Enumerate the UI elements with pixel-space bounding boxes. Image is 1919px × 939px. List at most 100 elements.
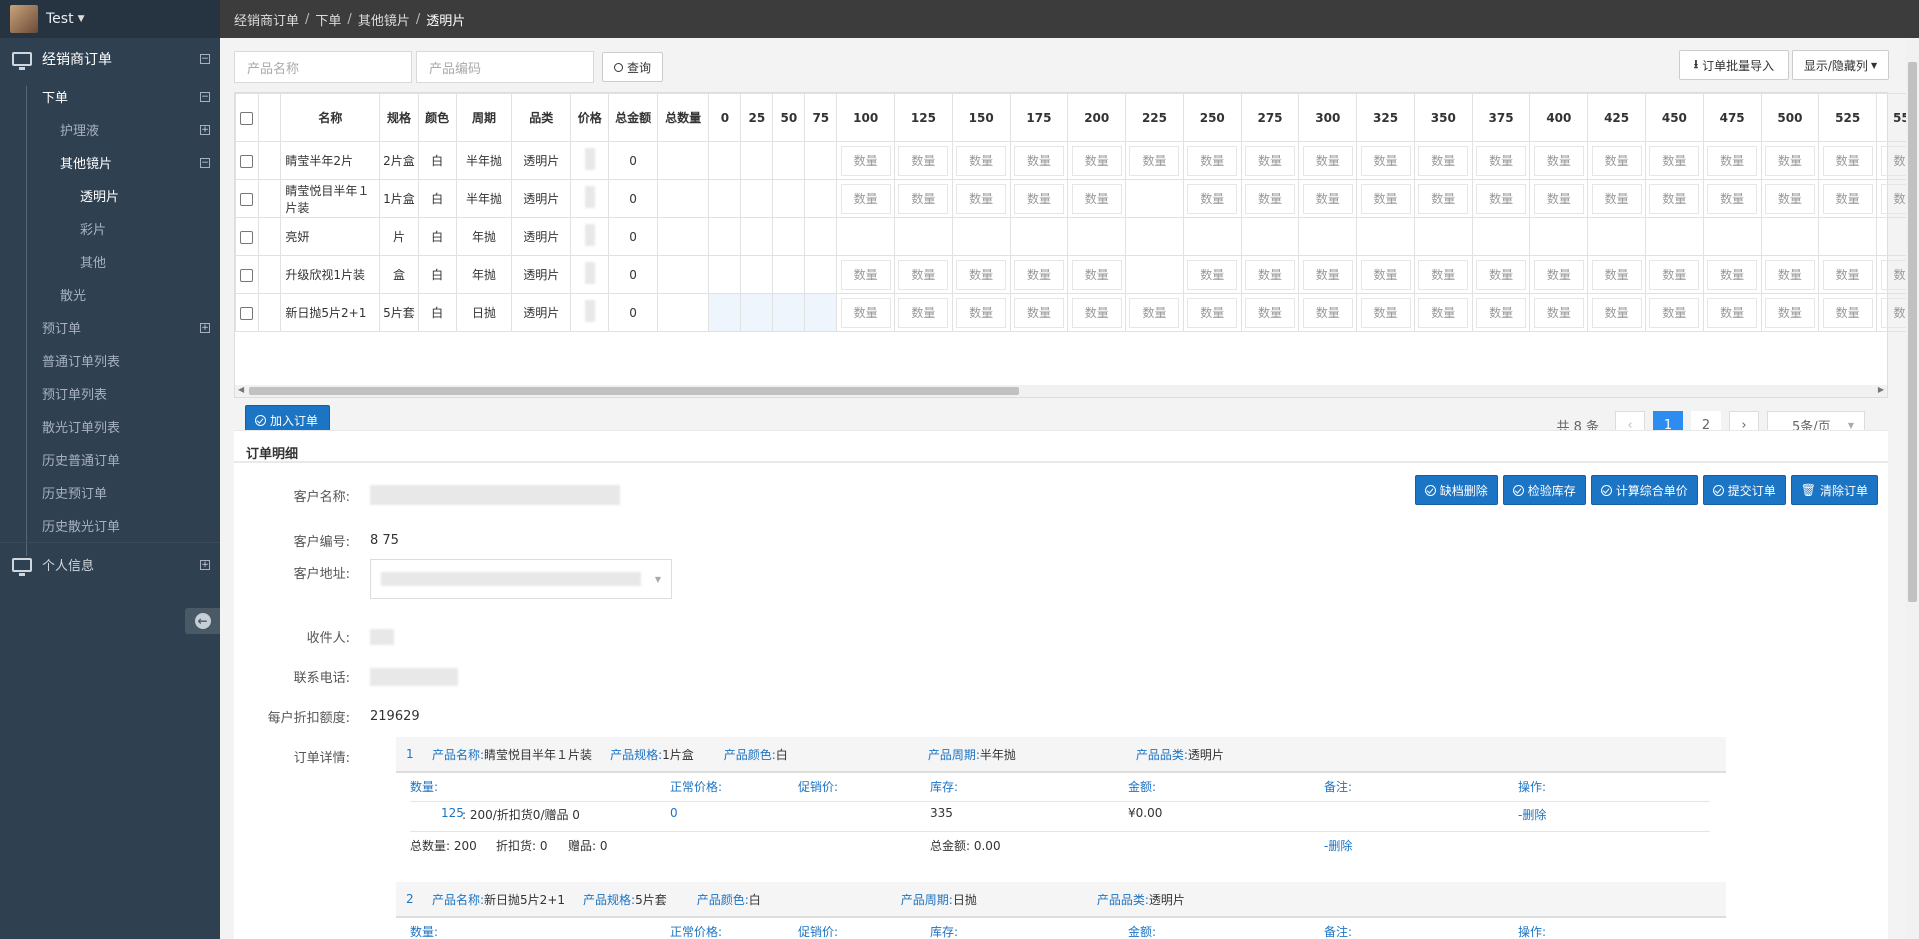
- column-header[interactable]: 375: [1471, 93, 1531, 142]
- row-checkbox[interactable]: [235, 217, 259, 256]
- quantity-input[interactable]: 数量: [1129, 145, 1180, 176]
- expand-icon[interactable]: +: [200, 322, 210, 333]
- quantity-input[interactable]: 数量: [1013, 145, 1064, 176]
- calc-unit-price-button[interactable]: 计算综合单价: [1590, 475, 1698, 505]
- column-header[interactable]: 475: [1702, 93, 1762, 142]
- quantity-input[interactable]: 数量: [1591, 145, 1642, 176]
- quantity-input[interactable]: 数量: [956, 259, 1007, 290]
- batch-import-button[interactable]: ⭳ 订单批量导入: [1679, 50, 1789, 80]
- column-header[interactable]: 325: [1356, 93, 1415, 142]
- quantity-input[interactable]: 数量: [1764, 145, 1815, 176]
- quantity-input[interactable]: 数量: [1013, 259, 1064, 290]
- column-header[interactable]: 品类: [511, 93, 572, 142]
- quantity-input[interactable]: 数量: [1245, 259, 1296, 290]
- quantity-input[interactable]: 数量: [1129, 297, 1180, 328]
- check-stock-button[interactable]: 检验库存: [1502, 475, 1586, 505]
- column-header[interactable]: 名称: [280, 93, 381, 142]
- menu-normal-order-list[interactable]: 普通订单列表: [0, 344, 220, 377]
- column-header[interactable]: 525: [1818, 93, 1878, 142]
- column-header[interactable]: 500: [1760, 93, 1820, 142]
- quantity-input[interactable]: 数量: [1418, 145, 1469, 176]
- quantity-input[interactable]: 数量: [898, 145, 949, 176]
- quantity-input[interactable]: 数量: [898, 259, 949, 290]
- column-header[interactable]: 200: [1067, 93, 1127, 142]
- delete-link[interactable]: -删除: [1518, 806, 1546, 823]
- checkbox[interactable]: [240, 192, 254, 206]
- quantity-input[interactable]: 数量: [1707, 183, 1758, 214]
- quantity-input[interactable]: 数量: [1476, 183, 1527, 214]
- quantity-input[interactable]: 数量: [1476, 297, 1527, 328]
- checkbox[interactable]: [240, 268, 254, 282]
- quantity-input[interactable]: 数量: [1764, 297, 1815, 328]
- menu-other-lenses[interactable]: 其他镜片 −: [0, 146, 220, 179]
- user-name[interactable]: Test: [46, 11, 74, 27]
- quantity-input[interactable]: 数量: [1245, 183, 1296, 214]
- breadcrumb-dealer-orders[interactable]: 经销商订单: [234, 10, 299, 29]
- column-header[interactable]: 400: [1529, 93, 1589, 142]
- scroll-left-icon[interactable]: ◀: [238, 385, 244, 394]
- quantity-input[interactable]: 数量: [1302, 297, 1353, 328]
- column-header[interactable]: 125: [894, 93, 953, 142]
- column-header[interactable]: 250: [1182, 93, 1242, 142]
- horizontal-scrollbar[interactable]: ◀ ▶: [235, 385, 1887, 397]
- quantity-input[interactable]: 数量: [1649, 297, 1700, 328]
- quantity-input[interactable]: 数量: [1649, 259, 1700, 290]
- breadcrumb-other-lenses[interactable]: 其他镜片: [358, 10, 410, 29]
- quantity-input[interactable]: 数量: [1822, 145, 1873, 176]
- column-header[interactable]: 425: [1587, 93, 1646, 142]
- toggle-columns-button[interactable]: 显示/隐藏列 ▼: [1792, 50, 1889, 80]
- quantity-input[interactable]: 数量: [898, 183, 949, 214]
- column-header[interactable]: 75: [804, 93, 838, 142]
- quantity-input[interactable]: 数量: [1013, 183, 1064, 214]
- column-header[interactable]: 300: [1298, 93, 1358, 142]
- query-button[interactable]: 查询: [602, 52, 663, 82]
- quantity-input[interactable]: 数量: [898, 297, 949, 328]
- quantity-input[interactable]: 数量: [1187, 183, 1238, 214]
- quantity-input[interactable]: 数量: [1533, 297, 1584, 328]
- menu-other[interactable]: 其他: [0, 245, 220, 278]
- row-checkbox[interactable]: [235, 293, 259, 332]
- quantity-input[interactable]: 数量: [1476, 145, 1527, 176]
- quantity-input[interactable]: 数量: [840, 259, 891, 290]
- column-header[interactable]: 25: [740, 93, 774, 142]
- quantity-input[interactable]: 数量: [840, 297, 891, 328]
- column-header[interactable]: 价格: [570, 93, 610, 142]
- vertical-scrollbar[interactable]: [1906, 38, 1919, 939]
- column-header[interactable]: 175: [1009, 93, 1069, 142]
- address-select[interactable]: ▼: [370, 559, 672, 599]
- quantity-input[interactable]: 数量: [1533, 259, 1584, 290]
- select-all-checkbox[interactable]: [235, 93, 259, 142]
- menu-personal-info[interactable]: 个人信息 +: [0, 542, 220, 586]
- quantity-input[interactable]: 数量: [1591, 297, 1642, 328]
- column-header[interactable]: 0: [708, 93, 742, 142]
- quantity-input[interactable]: 数量: [1649, 183, 1700, 214]
- quantity-input[interactable]: 数量: [1707, 259, 1758, 290]
- collapse-icon[interactable]: −: [200, 91, 210, 102]
- clear-order-button[interactable]: 🗑 清除订单: [1790, 475, 1878, 505]
- quantity-input[interactable]: 数量: [1360, 297, 1411, 328]
- column-header[interactable]: 总数量: [656, 93, 710, 142]
- checkbox[interactable]: [240, 154, 254, 168]
- column-header[interactable]: 100: [836, 93, 896, 142]
- column-header[interactable]: 50: [772, 93, 806, 142]
- quantity-input[interactable]: 数量: [1764, 183, 1815, 214]
- expand-icon[interactable]: +: [200, 559, 210, 570]
- quantity-input[interactable]: 数量: [1822, 297, 1873, 328]
- quantity-input[interactable]: 数量: [1822, 183, 1873, 214]
- column-header[interactable]: 225: [1125, 93, 1184, 142]
- menu-astigmatism[interactable]: 散光: [0, 278, 220, 311]
- quantity-input[interactable]: 数量: [1187, 259, 1238, 290]
- menu-astig-order-list[interactable]: 散光订单列表: [0, 410, 220, 443]
- quantity-input[interactable]: 数量: [1245, 145, 1296, 176]
- collapse-icon[interactable]: −: [200, 54, 210, 64]
- menu-care-solution[interactable]: 护理液 +: [0, 113, 220, 146]
- user-bar[interactable]: Test ▼: [0, 0, 220, 38]
- expand-icon[interactable]: +: [200, 124, 210, 135]
- quantity-input[interactable]: 数量: [1764, 259, 1815, 290]
- quantity-input[interactable]: 数量: [1013, 297, 1064, 328]
- quantity-input[interactable]: 数量: [1360, 183, 1411, 214]
- scroll-right-icon[interactable]: ▶: [1878, 385, 1884, 394]
- product-name-input[interactable]: 产品名称: [234, 51, 412, 83]
- column-header[interactable]: 总金额: [608, 93, 658, 142]
- menu-clear-lens[interactable]: 透明片: [0, 179, 220, 212]
